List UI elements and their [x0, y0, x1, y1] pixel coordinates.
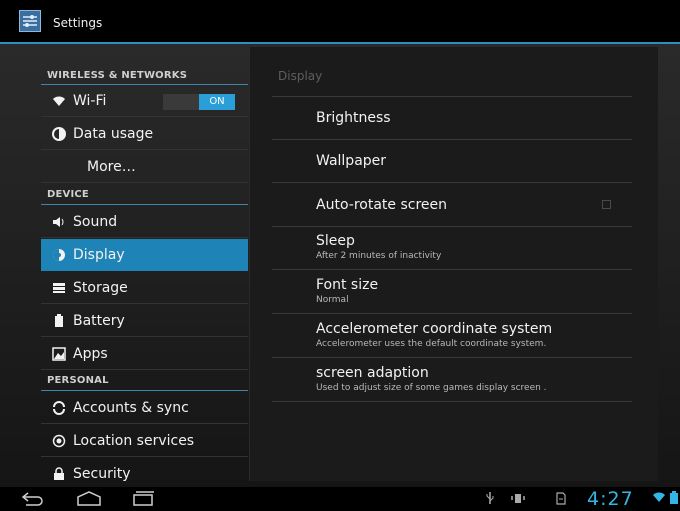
sidebar-item-label: Sound — [73, 214, 118, 230]
divider — [272, 182, 632, 183]
clock: 4:27 — [587, 488, 634, 510]
sidebar-item-label: Data usage — [73, 126, 154, 142]
option-summary: After 2 minutes of inactivity — [316, 251, 442, 261]
page-title: Display — [278, 69, 323, 83]
storage-icon — [51, 280, 67, 296]
back-icon[interactable] — [20, 489, 46, 511]
sidebar-item-label: More… — [87, 159, 136, 175]
sidebar-item-label: Battery — [73, 313, 125, 329]
display-icon — [51, 247, 67, 263]
settings-icon[interactable] — [19, 10, 41, 32]
sidebar-item-storage[interactable]: Storage — [41, 272, 248, 304]
sidebar-item-security[interactable]: Security — [41, 458, 248, 490]
app-title: Settings — [53, 16, 103, 30]
divider — [272, 313, 632, 314]
option-title: screen adaption — [316, 365, 429, 381]
sidebar-item-more[interactable]: More… — [41, 151, 248, 183]
sidebar-item-label: Wi-Fi — [73, 93, 107, 109]
usb-debugging-icon — [511, 491, 525, 509]
data-usage-icon — [51, 126, 67, 142]
wifi-icon — [51, 93, 67, 109]
recent-apps-icon[interactable] — [130, 489, 156, 511]
apps-icon — [51, 346, 67, 362]
sd-card-icon — [556, 491, 566, 509]
option-title: Sleep — [316, 233, 355, 249]
sidebar-item-display[interactable]: Display — [41, 239, 248, 271]
section-header-device: DEVICE — [47, 189, 89, 200]
divider — [272, 226, 632, 227]
option-title: Accelerometer coordinate system — [316, 321, 553, 337]
option-title: Auto-rotate screen — [316, 197, 447, 213]
section-header-personal: PERSONAL — [47, 375, 109, 386]
option-title: Brightness — [316, 110, 391, 126]
display-settings-panel: Display Brightness Wallpaper Auto-rotate… — [249, 47, 658, 481]
option-font-size[interactable]: Font size Normal — [316, 277, 378, 305]
sidebar-item-data-usage[interactable]: Data usage — [41, 118, 248, 150]
system-bar: 4:27 — [0, 487, 680, 511]
option-auto-rotate[interactable]: Auto-rotate screen — [316, 197, 447, 213]
location-icon — [51, 433, 67, 449]
section-header-wireless: WIRELESS & NETWORKS — [47, 70, 188, 81]
option-summary: Accelerometer uses the default coordinat… — [316, 339, 547, 349]
lock-icon — [51, 466, 67, 482]
battery-status-icon — [670, 491, 678, 509]
option-brightness[interactable]: Brightness — [316, 110, 391, 126]
sidebar-item-label: Apps — [73, 346, 108, 362]
option-sleep[interactable]: Sleep After 2 minutes of inactivity — [316, 233, 441, 261]
option-wallpaper[interactable]: Wallpaper — [316, 153, 386, 169]
sync-icon — [51, 400, 67, 416]
section-divider — [41, 204, 248, 205]
option-summary: Used to adjust size of some games displa… — [316, 383, 547, 393]
sidebar-item-label: Location services — [73, 433, 195, 449]
sidebar-item-label: Security — [73, 466, 131, 482]
sidebar-item-apps[interactable]: Apps — [41, 338, 248, 370]
sidebar-item-label: Display — [73, 247, 125, 263]
divider — [272, 269, 632, 270]
option-screen-adaption[interactable]: screen adaption Used to adjust size of s… — [316, 365, 547, 393]
option-summary: Normal — [316, 295, 349, 305]
divider — [272, 96, 632, 97]
wifi-signal-icon — [652, 491, 666, 507]
divider — [272, 139, 632, 140]
settings-sidebar: WIRELESS & NETWORKS Wi-Fi ON Data usage … — [41, 58, 248, 482]
option-title: Font size — [316, 277, 379, 293]
sidebar-item-location[interactable]: Location services — [41, 425, 248, 457]
usb-icon — [485, 491, 495, 509]
sidebar-item-label: Storage — [73, 280, 128, 296]
sidebar-item-sound[interactable]: Sound — [41, 206, 248, 238]
home-icon[interactable] — [76, 489, 102, 511]
divider — [272, 401, 632, 402]
auto-rotate-checkbox[interactable] — [602, 200, 611, 209]
sidebar-item-wifi[interactable]: Wi-Fi ON — [41, 85, 248, 117]
sidebar-item-accounts[interactable]: Accounts & sync — [41, 392, 248, 424]
action-bar: Settings — [0, 0, 680, 43]
option-accelerometer[interactable]: Accelerometer coordinate system Accelero… — [316, 321, 552, 349]
divider — [272, 357, 632, 358]
sidebar-item-battery[interactable]: Battery — [41, 305, 248, 337]
sound-icon — [51, 214, 67, 230]
section-divider — [41, 390, 248, 391]
option-title: Wallpaper — [316, 153, 387, 169]
wifi-toggle[interactable]: ON — [163, 94, 235, 110]
battery-icon — [51, 313, 67, 329]
wifi-toggle-state: ON — [199, 94, 235, 110]
sidebar-item-label: Accounts & sync — [73, 400, 189, 416]
